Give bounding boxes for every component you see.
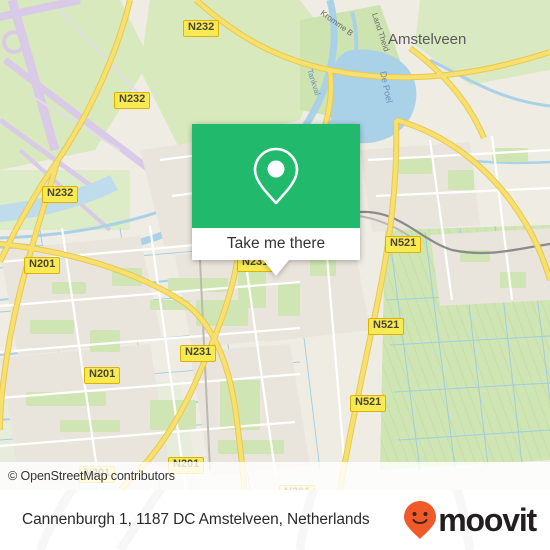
moovit-wordmark: moovit xyxy=(438,502,537,538)
map-canvas[interactable]: Amstelveen De Poel Tankval Kromme B Land The… xyxy=(0,0,550,490)
road-shield: N232 xyxy=(183,20,220,37)
road-shield: N232 xyxy=(42,186,79,203)
water-label: Tankval xyxy=(305,68,322,97)
moovit-logo[interactable]: moovit xyxy=(403,500,537,540)
attribution-bar: © OpenStreetMap contributors xyxy=(0,462,550,490)
road-shield: N521 xyxy=(350,395,387,412)
location-popup[interactable]: Take me there xyxy=(192,124,360,276)
street-label: Kromme B xyxy=(319,8,355,37)
map-page: Amstelveen De Poel Tankval Kromme B Land The… xyxy=(0,0,550,550)
popup-action-row[interactable]: Take me there xyxy=(192,228,360,260)
take-me-there-label: Take me there xyxy=(226,235,326,252)
attribution-text: © OpenStreetMap contributors xyxy=(8,469,175,483)
road-shield: N521 xyxy=(368,318,405,335)
city-label: Amstelveen xyxy=(388,31,466,48)
water-label: De Poel xyxy=(378,70,394,103)
road-shield: N231 xyxy=(180,345,217,362)
road-shield: N521 xyxy=(385,236,422,253)
map-pin-icon xyxy=(253,147,299,205)
popup-header xyxy=(192,124,360,228)
road-shield: N201 xyxy=(84,367,121,384)
road-shield: N232 xyxy=(114,92,151,109)
moovit-smiley-pin-icon xyxy=(404,501,437,539)
footer-bar: Cannenburgh 1, 1187 DC Amstelveen, Nethe… xyxy=(0,490,550,550)
popup-tail xyxy=(263,260,289,276)
address-text: Cannenburgh 1, 1187 DC Amstelveen, Nethe… xyxy=(22,511,370,528)
road-shield: N201 xyxy=(24,257,61,274)
